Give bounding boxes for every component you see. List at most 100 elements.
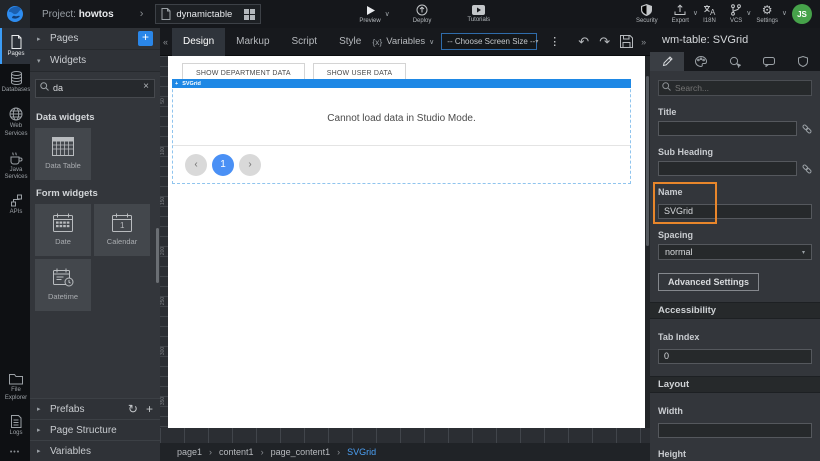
screen-size-select[interactable]: -- Choose Screen Size -- ▾ bbox=[441, 33, 537, 50]
tab-events[interactable] bbox=[752, 52, 786, 71]
widget-tile-data-table[interactable]: Data Table bbox=[35, 128, 91, 180]
tab-script[interactable]: Script bbox=[281, 28, 329, 56]
widget-search-input[interactable] bbox=[35, 79, 155, 98]
export-button[interactable]: Export ∨ bbox=[672, 4, 689, 24]
sidebar-item-file-explorer[interactable]: File Explorer bbox=[0, 366, 30, 407]
design-canvas[interactable]: SHOW DEPARTMENT DATA SHOW USER DATA + SV… bbox=[168, 56, 645, 428]
save-icon[interactable] bbox=[615, 35, 638, 48]
search-icon bbox=[40, 82, 49, 91]
page-grid-icon[interactable] bbox=[244, 9, 255, 20]
variables-menu[interactable]: {x} Variables ∨ bbox=[372, 36, 434, 47]
user-avatar[interactable]: JS bbox=[792, 4, 812, 24]
preview-button[interactable]: Preview ∨ bbox=[359, 5, 380, 24]
svgrid-widget[interactable]: + SVGrid Cannot load data in Studio Mode… bbox=[172, 79, 631, 184]
prefabs-accordion-header[interactable]: ▸ Prefabs ↻+ bbox=[30, 398, 160, 419]
more-options-icon[interactable]: ••• bbox=[0, 443, 30, 461]
width-input[interactable] bbox=[658, 423, 812, 438]
breadcrumb-item-page1[interactable]: page1 bbox=[177, 447, 202, 457]
pagination-page-1-button[interactable]: 1 bbox=[212, 154, 234, 176]
search-icon bbox=[662, 82, 671, 91]
tab-style[interactable]: Style bbox=[328, 28, 372, 56]
layout-section-header[interactable]: Layout bbox=[650, 376, 820, 393]
page-tab-dynamictable[interactable]: dynamictable bbox=[155, 4, 261, 24]
title-field-label: Title bbox=[658, 107, 812, 117]
properties-search-input[interactable] bbox=[658, 80, 812, 96]
wavemaker-logo[interactable] bbox=[0, 0, 30, 28]
properties-panel-tabs bbox=[650, 52, 820, 71]
add-prefab-button[interactable]: + bbox=[146, 402, 153, 416]
i18n-button[interactable]: A I18N bbox=[703, 4, 716, 24]
accessibility-section-header[interactable]: Accessibility bbox=[650, 302, 820, 319]
breadcrumb-item-page-content1[interactable]: page_content1 bbox=[271, 447, 331, 457]
dropdown-arrow-icon: ▾ bbox=[802, 249, 805, 256]
tutorials-button[interactable]: Tutorials bbox=[467, 5, 490, 23]
canvas-toolbar: « Design Markup Script Style {x} Variabl… bbox=[160, 28, 650, 56]
prefabs-tools: ↻+ bbox=[128, 402, 153, 416]
bind-link-icon[interactable] bbox=[802, 164, 812, 174]
chevron-collapsed-icon: ▸ bbox=[37, 426, 44, 434]
magnifier-cursor-icon bbox=[729, 56, 741, 68]
left-panel-scrollbar[interactable] bbox=[156, 228, 159, 283]
add-page-button[interactable]: + bbox=[138, 31, 153, 46]
drag-handle-icon[interactable]: + bbox=[175, 81, 178, 87]
tab-styles[interactable] bbox=[684, 52, 718, 71]
pagination-next-button[interactable]: › bbox=[239, 154, 261, 176]
play-icon bbox=[365, 5, 376, 16]
refresh-icon[interactable]: ↻ bbox=[128, 402, 138, 416]
coffee-icon bbox=[9, 151, 23, 165]
widget-search-wrap: × bbox=[30, 72, 160, 104]
canvas-more-menu-icon[interactable]: ⋮ bbox=[544, 35, 565, 48]
widgets-accordion-header[interactable]: ▾ Widgets bbox=[30, 50, 160, 72]
title-field-input[interactable] bbox=[658, 121, 797, 136]
pages-accordion-header[interactable]: ▸ Pages + bbox=[30, 28, 160, 50]
breadcrumb: page1 › content1 › page_content1 › SVGri… bbox=[160, 443, 650, 461]
variables-accordion-header[interactable]: ▸ Variables bbox=[30, 440, 160, 461]
page-structure-accordion-header[interactable]: ▸ Page Structure bbox=[30, 419, 160, 440]
accessibility-section-body: Tab Index bbox=[650, 319, 820, 376]
ruler-label: 100 bbox=[160, 144, 166, 158]
undo-icon[interactable]: ↶ bbox=[573, 34, 594, 50]
sidebar-item-label: Logs bbox=[9, 430, 22, 437]
export-caret-icon[interactable]: ∨ bbox=[693, 9, 698, 17]
sidebar-item-databases[interactable]: Databases bbox=[0, 64, 30, 100]
tab-properties[interactable] bbox=[650, 52, 684, 71]
sub-heading-input[interactable] bbox=[658, 161, 797, 176]
widget-tile-calendar[interactable]: 1 Calendar bbox=[94, 204, 150, 256]
collapse-left-panel-icon[interactable]: « bbox=[160, 37, 172, 47]
breadcrumb-separator-icon: › bbox=[261, 447, 264, 457]
sidebar-item-pages[interactable]: Pages bbox=[0, 28, 30, 64]
sidebar-item-apis[interactable]: APIs bbox=[0, 187, 30, 222]
redo-icon[interactable]: ↷ bbox=[594, 34, 615, 50]
preview-caret-icon[interactable]: ∨ bbox=[385, 10, 390, 18]
sidebar-item-web-services[interactable]: Web Services bbox=[0, 100, 30, 143]
export-label: Export bbox=[672, 18, 689, 24]
width-label: Width bbox=[658, 406, 812, 416]
sidebar-item-logs[interactable]: Logs bbox=[0, 408, 30, 443]
svgrid-selection-bar[interactable]: + SVGrid bbox=[172, 79, 631, 88]
sidebar-item-java-services[interactable]: Java Services bbox=[0, 144, 30, 187]
tab-inspector[interactable] bbox=[718, 52, 752, 71]
tab-design[interactable]: Design bbox=[172, 28, 225, 56]
pagination-prev-button[interactable]: ‹ bbox=[185, 154, 207, 176]
tab-markup[interactable]: Markup bbox=[225, 28, 280, 56]
advanced-settings-button[interactable]: Advanced Settings bbox=[658, 273, 759, 291]
settings-caret-icon[interactable]: ∨ bbox=[782, 9, 787, 17]
tab-security[interactable] bbox=[786, 52, 820, 71]
clear-search-icon[interactable]: × bbox=[143, 81, 149, 92]
vcs-caret-icon[interactable]: ∨ bbox=[746, 9, 751, 17]
security-button[interactable]: Security bbox=[636, 4, 658, 24]
svg-text:A: A bbox=[710, 8, 716, 16]
settings-button[interactable]: ⚙ Settings ∨ bbox=[756, 4, 778, 24]
breadcrumb-item-content1[interactable]: content1 bbox=[219, 447, 254, 457]
name-input[interactable] bbox=[658, 204, 812, 219]
project-breadcrumb: Project: howtos bbox=[42, 9, 114, 20]
breadcrumb-item-svgrid[interactable]: SVGrid bbox=[347, 447, 376, 457]
widget-tile-datetime[interactable]: Datetime bbox=[35, 259, 91, 311]
spacing-select[interactable]: normal ▾ bbox=[658, 244, 812, 260]
deploy-button[interactable]: Deploy bbox=[413, 4, 432, 24]
vcs-button[interactable]: VCS ∨ bbox=[730, 4, 742, 24]
widget-tile-date[interactable]: Date bbox=[35, 204, 91, 256]
tab-index-input[interactable] bbox=[658, 349, 812, 364]
scrollbar-thumb[interactable] bbox=[646, 76, 649, 246]
bind-link-icon[interactable] bbox=[802, 124, 812, 134]
